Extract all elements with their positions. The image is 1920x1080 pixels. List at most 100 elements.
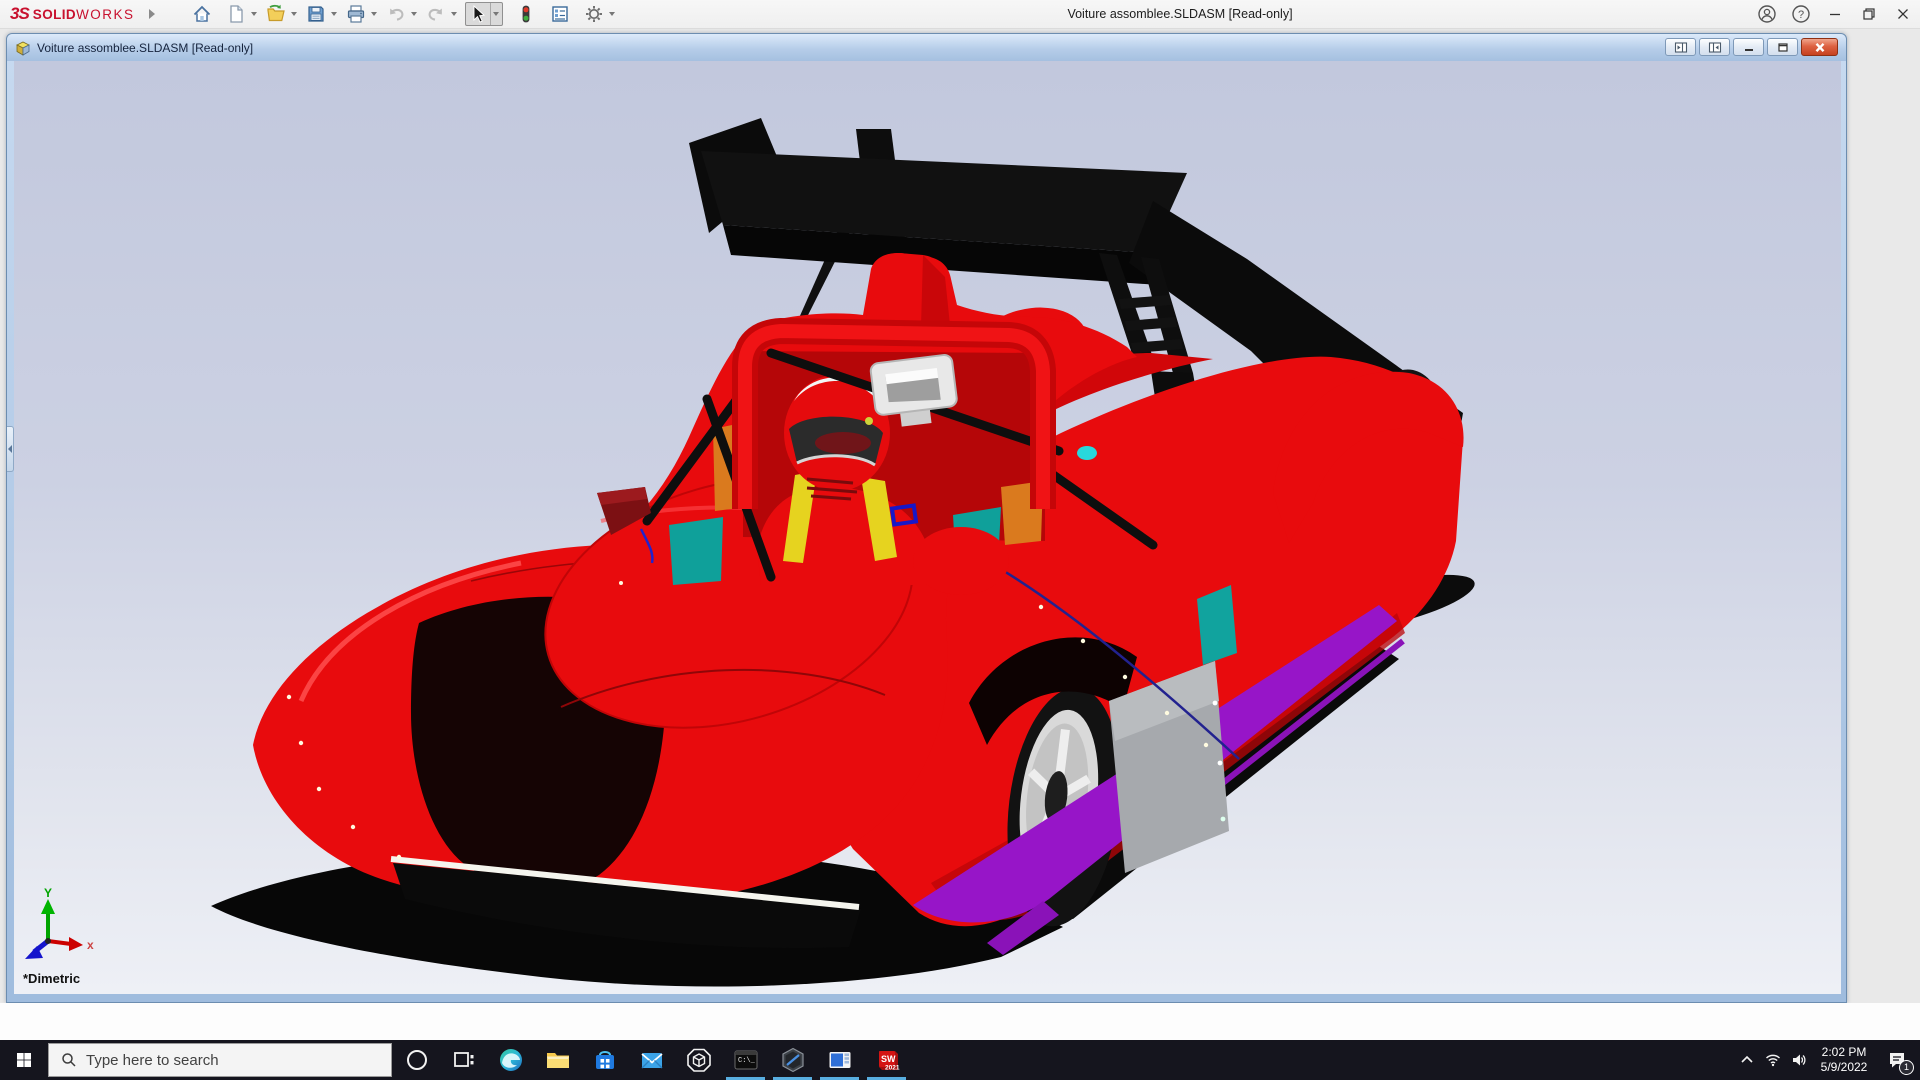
solidworks-logo-mark: 3S (10, 4, 30, 23)
splitter-collapse-arrow-icon (8, 445, 12, 453)
taskbar-item-mail[interactable] (628, 1040, 675, 1080)
taskbar: C:\_ SW 2021 (0, 1040, 1920, 1080)
app-title: Voiture assomblee.SLDASM [Read-only] (1067, 7, 1293, 21)
doc-close-icon (1815, 42, 1824, 52)
wifi-icon (1766, 1054, 1780, 1067)
quick-access-toolbar (189, 2, 621, 26)
open-folder-icon (266, 4, 285, 22)
home-icon (193, 5, 210, 22)
taskbar-item-store[interactable] (581, 1040, 628, 1080)
undo-button[interactable] (383, 2, 409, 26)
document-window: Voiture assomblee.SLDASM [Read-only] Y x… (6, 33, 1847, 1003)
account-icon (1758, 5, 1776, 23)
taskbar-item-cortana[interactable] (393, 1040, 440, 1080)
minimize-icon (1830, 13, 1840, 16)
home-button[interactable] (189, 2, 215, 26)
tray-volume[interactable] (1786, 1040, 1812, 1080)
triad-x-label: x (87, 938, 94, 952)
redo-button[interactable] (423, 2, 449, 26)
save-button[interactable] (303, 2, 329, 26)
solidworks-logo-bold: SOLID (32, 7, 77, 22)
tile-right-button[interactable] (1699, 38, 1730, 56)
redo-dropdown[interactable] (450, 12, 457, 16)
doc-restore-button[interactable] (1767, 38, 1798, 56)
taskbar-item-command-prompt[interactable]: C:\_ (722, 1040, 769, 1080)
gear-icon (585, 6, 602, 22)
select-dropdown-arrow-icon (493, 12, 500, 16)
task-pane-button[interactable] (547, 2, 573, 26)
media-app-icon (829, 1052, 850, 1068)
undo-icon (389, 8, 404, 21)
tray-notifications[interactable]: 1 (1876, 1040, 1918, 1080)
taskbar-item-solidworks[interactable]: SW 2021 (863, 1040, 910, 1080)
help-icon: ? (1792, 5, 1810, 23)
taskbar-search[interactable] (48, 1043, 392, 1077)
taskbar-item-media-app[interactable] (816, 1040, 863, 1080)
app-titlebar: 3S SOLID WORKS Voiture assomblee.SLDASM … (0, 0, 1920, 29)
assembly-cube-icon (16, 41, 30, 56)
open-button[interactable] (263, 2, 289, 26)
tray-clock[interactable]: 2:02 PM 5/9/2022 (1812, 1045, 1876, 1075)
search-input[interactable] (86, 1051, 346, 1069)
volume-icon (1793, 1054, 1806, 1066)
new-document-dropdown[interactable] (250, 12, 257, 16)
command-prompt-icon: C:\_ (734, 1050, 757, 1070)
windows-start-icon (17, 1053, 31, 1067)
solidworks-logo-light: WORKS (76, 7, 135, 22)
print-dropdown[interactable] (370, 12, 377, 16)
rebuild-button[interactable] (513, 2, 539, 26)
app-window-controls: ? (1750, 0, 1920, 28)
tray-wifi[interactable] (1760, 1040, 1786, 1080)
doc-restore-icon (1777, 42, 1788, 52)
triad-y-label: Y (44, 886, 52, 900)
tile-left-button[interactable] (1665, 38, 1696, 56)
task-view-icon (453, 1052, 473, 1067)
restore-button[interactable] (1852, 0, 1886, 28)
new-document-icon (229, 5, 243, 23)
taskbar-item-task-view[interactable] (440, 1040, 487, 1080)
clock-time: 2:02 PM (1821, 1045, 1867, 1059)
doc-minimize-icon (1744, 48, 1753, 51)
select-tool-dropdown[interactable] (489, 3, 502, 25)
menu-flyout-arrow-icon[interactable] (148, 9, 155, 19)
options-dropdown[interactable] (608, 12, 615, 16)
feature-panel-splitter[interactable] (7, 426, 14, 472)
solidworks-logo: 3S SOLID WORKS (0, 4, 141, 24)
document-titlebar[interactable]: Voiture assomblee.SLDASM [Read-only] (7, 34, 1846, 61)
close-button[interactable] (1886, 0, 1920, 28)
tile-right-icon (1708, 41, 1721, 53)
save-dropdown[interactable] (330, 12, 337, 16)
cortana-icon (406, 1050, 427, 1070)
open-dropdown[interactable] (290, 12, 297, 16)
start-button[interactable] (0, 1040, 48, 1080)
taskbar-item-edge[interactable] (487, 1040, 534, 1080)
mail-icon (640, 1053, 663, 1069)
traffic-light-icon (522, 5, 529, 23)
minimize-button[interactable] (1818, 0, 1852, 28)
print-button[interactable] (343, 2, 369, 26)
new-document-button[interactable] (223, 2, 249, 26)
3d-viewer-icon (686, 1048, 711, 1072)
select-tool-group (464, 2, 503, 26)
undo-dropdown[interactable] (410, 12, 417, 16)
account-button[interactable] (1750, 0, 1784, 28)
taskbar-item-cad-hexagon[interactable] (769, 1040, 816, 1080)
tray-chevron-up[interactable] (1734, 1040, 1760, 1080)
svg-text:2021: 2021 (885, 1065, 900, 1072)
doc-close-button[interactable] (1801, 38, 1838, 56)
select-cursor-icon (473, 4, 485, 23)
graphics-viewport[interactable]: Y x *Dimetric (14, 61, 1841, 994)
system-tray: 2:02 PM 5/9/2022 1 (1734, 1040, 1918, 1080)
help-button[interactable]: ? (1784, 0, 1818, 28)
document-title: Voiture assomblee.SLDASM [Read-only] (37, 40, 254, 55)
taskbar-item-3d-viewer[interactable] (675, 1040, 722, 1080)
close-icon (1898, 9, 1908, 19)
taskbar-item-file-explorer[interactable] (534, 1040, 581, 1080)
cad-hexagon-icon (781, 1047, 804, 1073)
print-icon (347, 5, 364, 23)
restore-icon (1863, 8, 1875, 20)
notification-badge: 1 (1899, 1060, 1914, 1075)
doc-minimize-button[interactable] (1733, 38, 1764, 56)
select-tool-button[interactable] (466, 2, 490, 26)
options-button[interactable] (581, 2, 607, 26)
